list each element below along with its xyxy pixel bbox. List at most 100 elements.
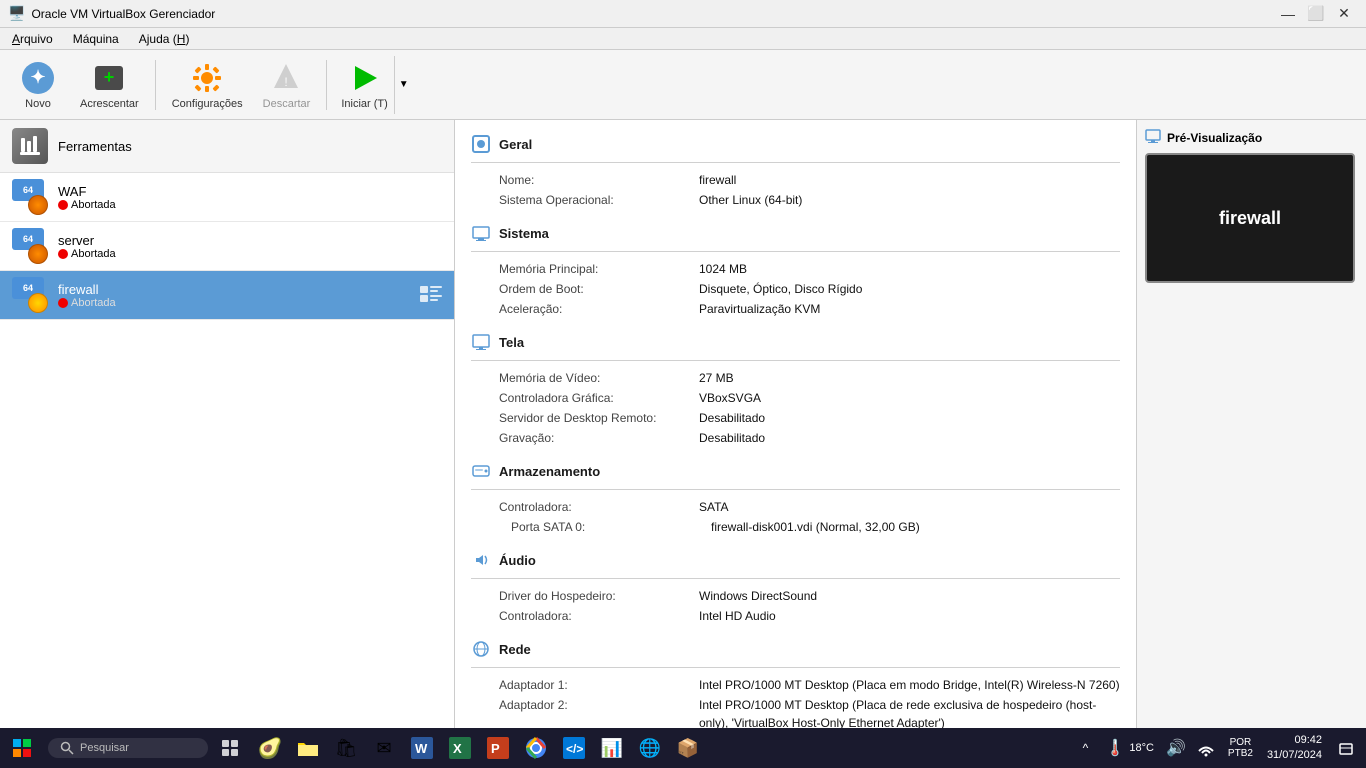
svg-text:X: X [453,741,462,756]
vm-item-waf[interactable]: 64 WAF Abortada [0,173,454,222]
geral-so-row: Sistema Operacional: Other Linux (64-bit… [499,191,1120,209]
vm-name-firewall: firewall [58,282,410,297]
svg-text:✦: ✦ [30,67,45,87]
tela-desktop-row: Servidor de Desktop Remoto: Desabilitado [499,409,1120,427]
sistema-boot-label: Ordem de Boot: [499,280,699,298]
novo-button[interactable]: ✦ Novo [8,56,68,114]
taskbar-app-explorer[interactable] [290,730,326,766]
minimize-button[interactable]: — [1274,4,1302,24]
taskbar-app-powerbi[interactable]: 📊 [594,730,630,766]
tela-memvideo-label: Memória de Vídeo: [499,369,699,387]
iniciar-label: Iniciar (T) [341,98,387,110]
taskbar-app-ppt[interactable]: P [480,730,516,766]
acrescentar-label: Acrescentar [80,98,139,110]
sistema-acel-value: Paravirtualização KVM [699,300,820,318]
language-section[interactable]: POR PTB2 [1224,735,1257,761]
audio-divider [471,578,1120,579]
rede-divider [471,667,1120,668]
descartar-button[interactable]: ! Descartar [255,56,319,114]
geral-so-label: Sistema Operacional: [499,191,699,209]
notification-button[interactable] [1332,734,1360,762]
arm-porta-label: Porta SATA 0: [511,518,711,536]
sistema-icon [471,223,491,243]
menu-ajuda[interactable]: Ajuda (H) [131,30,198,48]
sistema-boot-row: Ordem de Boot: Disquete, Óptico, Disco R… [499,280,1120,298]
preview-screen[interactable]: firewall [1145,153,1355,283]
taskbar-app-word[interactable]: W [404,730,440,766]
geral-so-value: Other Linux (64-bit) [699,191,802,209]
menu-maquina[interactable]: Máquina [65,30,127,48]
iniciar-dropdown-button[interactable]: ▼ [394,56,413,114]
tela-grafica-row: Controladora Gráfica: VBoxSVGA [499,389,1120,407]
descartar-label: Descartar [263,98,311,110]
vm-item-firewall[interactable]: 64 firewall Abortada [0,271,454,320]
titlebar-controls[interactable]: — ⬜ ✕ [1274,4,1358,24]
clock: 09:42 31/07/2024 [1267,733,1322,764]
clock-date: 31/07/2024 [1267,748,1322,763]
iniciar-main-button[interactable]: Iniciar (T) [335,56,393,114]
taskview-button[interactable] [212,730,248,766]
preview-panel: Pré-Visualização firewall [1136,120,1366,728]
taskbar-app-vscode[interactable]: </> [556,730,592,766]
menu-bar: Arquivo Máquina Ajuda (H) [0,28,1366,50]
section-sistema-title: Sistema [499,226,549,241]
tela-grafica-label: Controladora Gráfica: [499,389,699,407]
audio-controladora-value: Intel HD Audio [699,607,776,625]
novo-label: Novo [25,98,51,110]
geral-icon [471,134,491,154]
rede-adaptador2-label: Adaptador 2: [499,696,699,728]
sidebar: Ferramentas 64 WAF Abortada [0,120,455,728]
taskbar-search[interactable]: Pesquisar [48,738,208,758]
taskbar-app-avocado[interactable]: 🥑 [252,730,288,766]
descartar-icon: ! [268,60,304,96]
taskbar-app-chrome[interactable] [518,730,554,766]
vm-name-server: server [58,233,442,248]
section-tela-title: Tela [499,335,524,350]
vm-os-icon-firewall [28,293,48,313]
vm-item-server[interactable]: 64 server Abortada [0,222,454,271]
close-button[interactable]: ✕ [1330,4,1358,24]
acrescentar-button[interactable]: + Acrescentar [72,56,147,114]
volume-button[interactable]: 🔊 [1164,730,1188,766]
tela-divider [471,360,1120,361]
weather-icon: 🌡️ [1105,738,1125,758]
start-button[interactable] [0,728,44,768]
preview-header: Pré-Visualização [1145,128,1358,147]
section-sistema-header: Sistema [471,223,1120,243]
rede-icon [471,639,491,659]
taskbar-app-excel[interactable]: X [442,730,478,766]
clock-section[interactable]: 09:42 31/07/2024 [1263,731,1326,766]
restore-button[interactable]: ⬜ [1302,4,1330,24]
section-armazenamento-header: Armazenamento [471,461,1120,481]
configuracoes-label: Configurações [172,98,243,110]
vm-list-view-icon[interactable] [420,286,442,305]
sidebar-ferramentas[interactable]: Ferramentas [0,120,454,173]
vm-icon-waf: 64 [12,179,48,215]
taskbar-app-network[interactable]: 🌐 [632,730,668,766]
menu-arquivo[interactable]: Arquivo [4,30,61,48]
armazenamento-info-table: Controladora: SATA Porta SATA 0: firewal… [471,498,1120,536]
arm-controladora-value: SATA [699,498,729,516]
sistema-memoria-value: 1024 MB [699,260,747,278]
sistema-divider [471,251,1120,252]
sistema-memoria-label: Memória Principal: [499,260,699,278]
toolbar-separator-2 [326,60,327,110]
taskbar-app-virtualbox[interactable]: 📦 [670,730,706,766]
clock-time: 09:42 [1267,733,1322,748]
network-button[interactable] [1194,730,1218,766]
weather-section[interactable]: 🌡️ 18°C [1101,736,1158,760]
section-audio-title: Áudio [499,553,536,568]
geral-nome-row: Nome: firewall [499,171,1120,189]
audio-info-table: Driver do Hospedeiro: Windows DirectSoun… [471,587,1120,625]
audio-driver-label: Driver do Hospedeiro: [499,587,699,605]
taskbar-app-store[interactable]: 🛍 [328,730,364,766]
language-lang: POR [1230,737,1252,748]
vm-icon-server: 64 [12,228,48,264]
acrescentar-icon: + [91,60,127,96]
iniciar-button-wrap[interactable]: Iniciar (T) ▼ [335,56,412,114]
taskbar: Pesquisar 🥑 🛍 ✉ W [0,728,1366,768]
taskbar-app-mail[interactable]: ✉ [366,730,402,766]
app-title: Oracle VM VirtualBox Gerenciador [31,7,215,21]
tray-expand-button[interactable]: ^ [1075,730,1095,766]
configuracoes-button[interactable]: Configurações [164,56,251,114]
